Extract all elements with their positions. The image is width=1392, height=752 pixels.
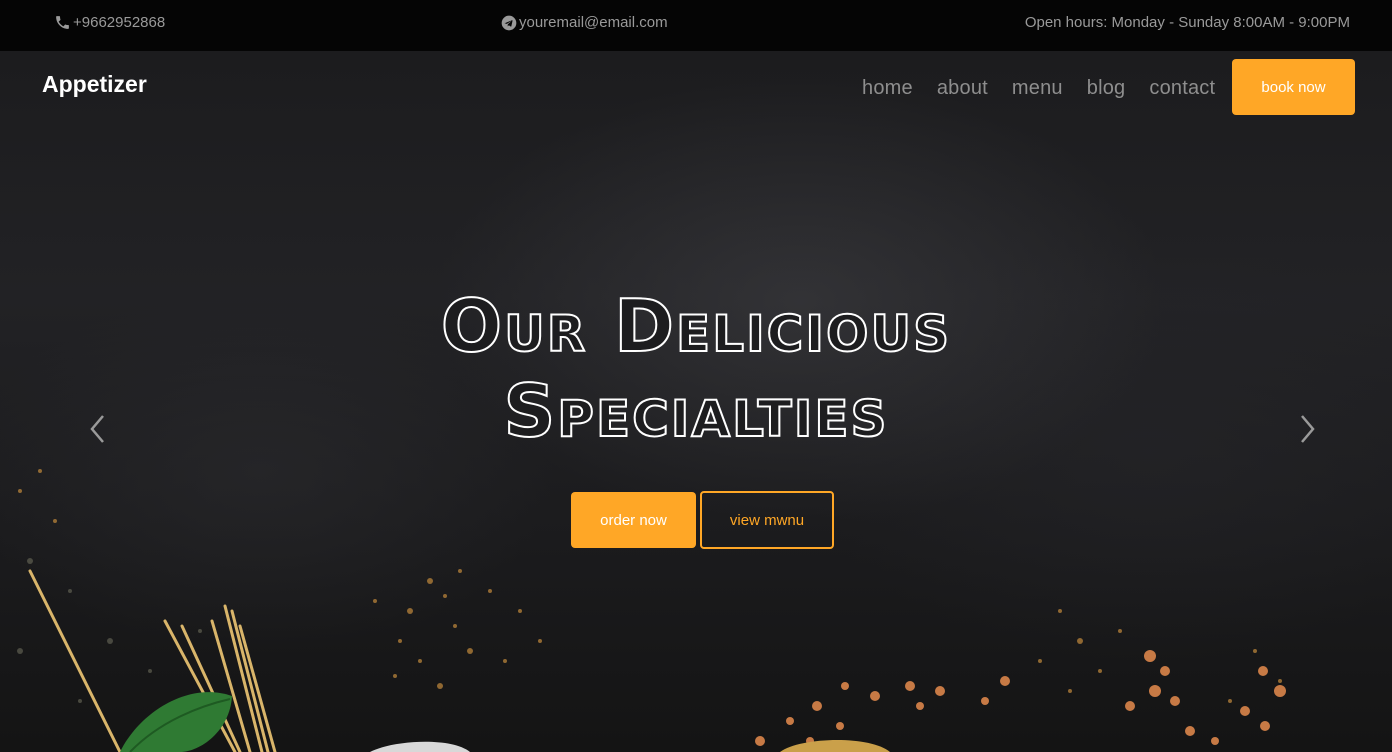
hero-headline-line-2: Specialties: [502, 368, 889, 454]
contact-phone[interactable]: +9662952868: [54, 14, 165, 31]
hero-headline-line-1: Our Delicious: [440, 283, 952, 369]
carousel-prev-button[interactable]: [88, 413, 108, 445]
nav-link-menu[interactable]: menu: [1012, 77, 1063, 100]
brand-logo[interactable]: Appetizer: [42, 71, 147, 98]
chevron-right-icon: [1297, 415, 1317, 449]
order-now-button[interactable]: order now: [571, 492, 696, 548]
send-icon: [501, 15, 517, 31]
nav-link-home[interactable]: home: [862, 77, 913, 100]
main-navigation: home about menu blog contact: [862, 77, 1215, 100]
phone-icon: [54, 14, 71, 31]
view-menu-button[interactable]: view mwnu: [700, 491, 834, 549]
top-info-bar: +9662952868 youremail@email.com Open hou…: [0, 0, 1392, 51]
phone-number: +9662952868: [73, 14, 166, 31]
hero-headline: Our Delicious Specialties: [0, 283, 1392, 454]
nav-link-about[interactable]: about: [937, 77, 988, 100]
email-address: youremail@email.com: [519, 14, 668, 31]
nav-link-blog[interactable]: blog: [1087, 77, 1126, 100]
hero-section: Appetizer home about menu blog contact b…: [0, 51, 1392, 752]
book-now-button[interactable]: book now: [1232, 59, 1355, 115]
opening-hours: Open hours: Monday - Sunday 8:00AM - 9:0…: [1024, 14, 1350, 31]
chevron-left-icon: [88, 415, 108, 449]
carousel-next-button[interactable]: [1297, 413, 1317, 445]
nav-link-contact[interactable]: contact: [1149, 77, 1215, 100]
contact-email[interactable]: youremail@email.com: [501, 14, 668, 31]
